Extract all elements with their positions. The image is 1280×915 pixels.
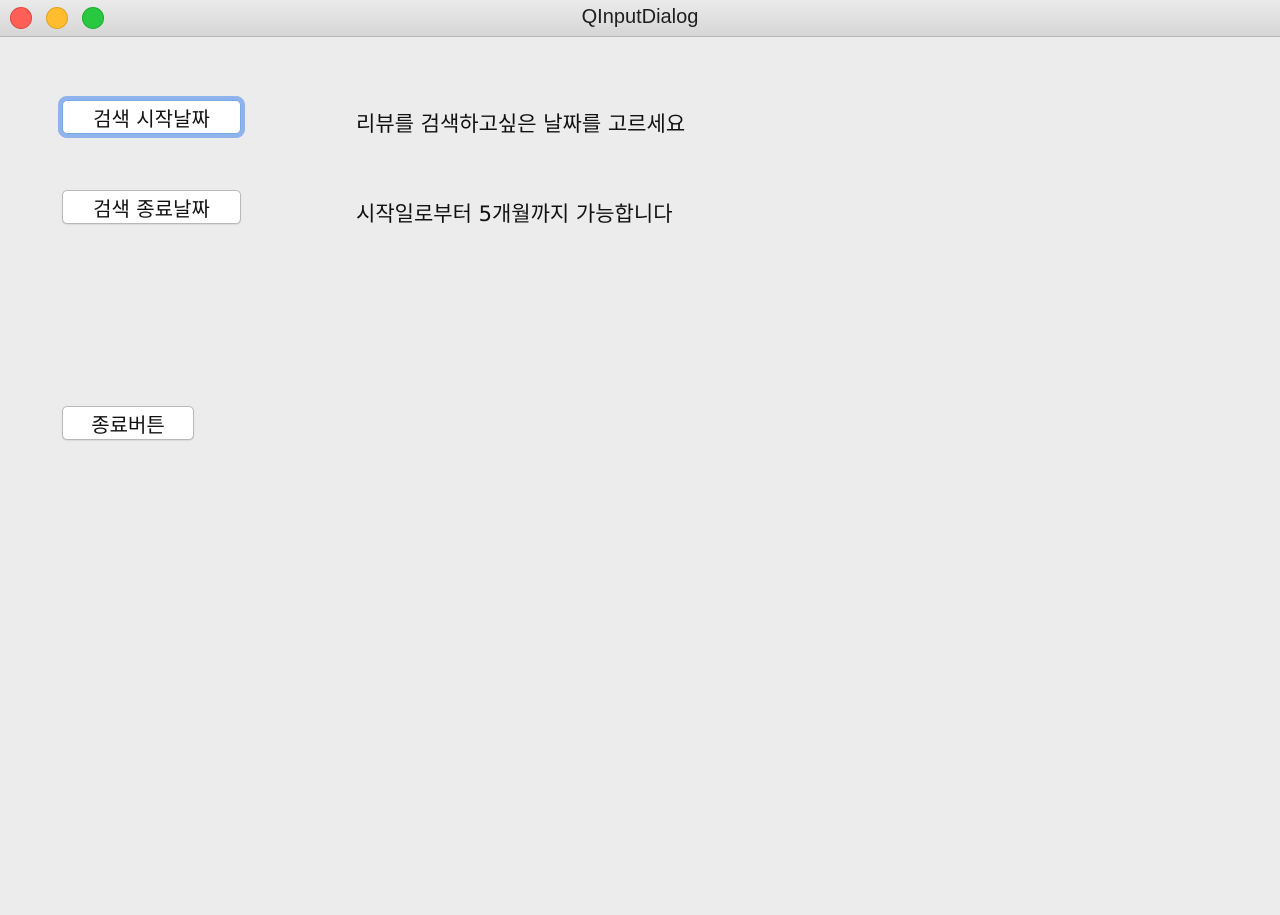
app-window: QInputDialog 검색 시작날짜 리뷰를 검색하고싶은 날짜를 고르세요… [0,0,1280,915]
search-end-date-button[interactable]: 검색 종료날짜 [62,190,241,224]
window-title: QInputDialog [581,6,699,28]
search-start-date-button[interactable]: 검색 시작날짜 [58,96,245,138]
title-bar[interactable]: QInputDialog [0,0,1280,37]
quit-button[interactable]: 종료버튼 [62,406,194,440]
start-date-hint-label: 리뷰를 검색하고싶은 날짜를 고르세요 [356,112,686,136]
end-date-hint-label: 시작일로부터 5개월까지 가능합니다 [356,202,673,226]
